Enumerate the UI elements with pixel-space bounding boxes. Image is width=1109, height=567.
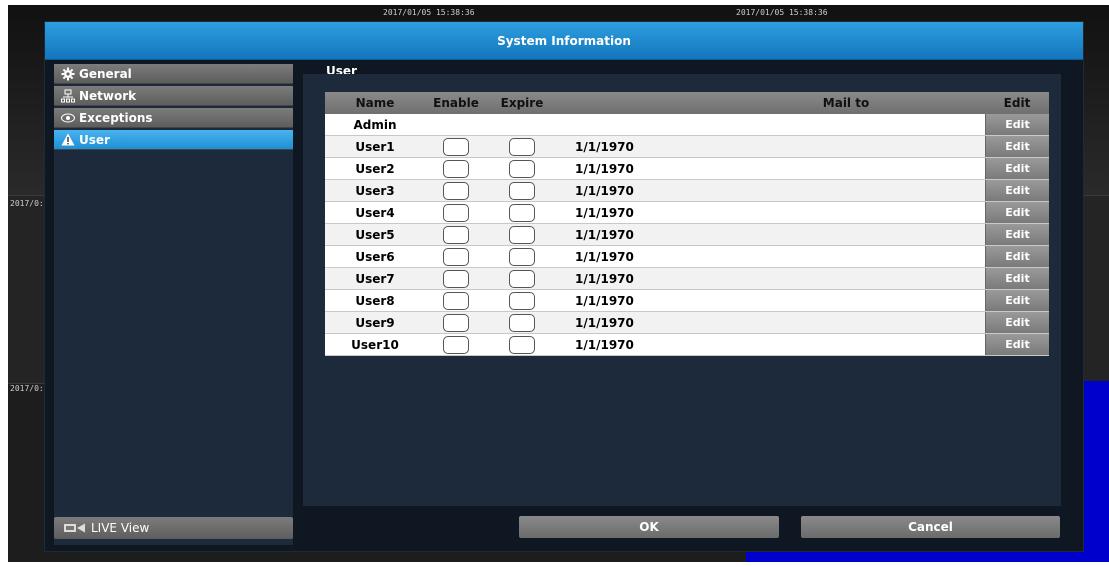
expire-checkbox[interactable] <box>509 225 535 244</box>
timestamp: 2017/0: <box>10 384 44 393</box>
user-name: User1 <box>355 139 395 154</box>
sidebar: General Network Exceptions User LIVE Vie… <box>54 64 293 545</box>
column-header-expire: Expire <box>500 96 544 110</box>
system-information-dialog: System Information General Network Excep… <box>44 21 1084 552</box>
sidebar-item-exceptions[interactable]: Exceptions <box>54 108 293 128</box>
expire-checkbox[interactable] <box>509 137 535 156</box>
timestamp: 2017/0: <box>10 199 44 208</box>
user-name: User6 <box>355 249 395 264</box>
edit-button[interactable]: Edit <box>985 334 1049 355</box>
edit-button[interactable]: Edit <box>985 158 1049 179</box>
column-header-mail: Mail to <box>822 96 870 110</box>
expire-checkbox[interactable] <box>509 291 535 310</box>
network-icon <box>60 89 76 103</box>
expire-checkbox[interactable] <box>509 313 535 332</box>
table-row: User2 1/1/1970 Edit <box>325 158 1049 180</box>
enable-checkbox[interactable] <box>443 313 469 332</box>
live-view-label: LIVE View <box>91 521 150 535</box>
user-name: User4 <box>355 205 395 220</box>
expire-date: 1/1/1970 <box>575 249 634 264</box>
timestamp: 2017/01/05 15:38:36 <box>383 8 475 17</box>
edit-button[interactable]: Edit <box>985 246 1049 267</box>
expire-date: 1/1/1970 <box>575 227 634 242</box>
edit-button[interactable]: Edit <box>985 312 1049 333</box>
enable-checkbox[interactable] <box>443 159 469 178</box>
expire-date: 1/1/1970 <box>575 315 634 330</box>
expire-date: 1/1/1970 <box>575 205 634 220</box>
expire-date: 1/1/1970 <box>575 337 634 352</box>
expire-date: 1/1/1970 <box>575 293 634 308</box>
enable-checkbox[interactable] <box>443 335 469 354</box>
expire-checkbox[interactable] <box>509 269 535 288</box>
user-name: User5 <box>355 227 395 242</box>
sidebar-item-label: Network <box>79 88 137 103</box>
table-header: Name Enable Expire Mail to Edit <box>325 92 1049 114</box>
column-header-name: Name <box>355 96 395 110</box>
table-row: User9 1/1/1970 Edit <box>325 312 1049 334</box>
sidebar-item-label: User <box>79 132 110 147</box>
user-name: User7 <box>355 271 395 286</box>
dialog-title: System Information <box>45 22 1083 60</box>
table-row: User10 1/1/1970 Edit <box>325 334 1049 356</box>
user-name: User2 <box>355 161 395 176</box>
edit-button[interactable]: Edit <box>985 290 1049 311</box>
edit-button[interactable]: Edit <box>985 224 1049 245</box>
edit-button[interactable]: Edit <box>985 180 1049 201</box>
user-name: User8 <box>355 293 395 308</box>
user-name: Admin <box>353 117 397 132</box>
sidebar-item-network[interactable]: Network <box>54 86 293 106</box>
enable-checkbox[interactable] <box>443 225 469 244</box>
camera-icon <box>64 523 86 533</box>
enable-checkbox[interactable] <box>443 137 469 156</box>
enable-checkbox[interactable] <box>443 291 469 310</box>
ok-button[interactable]: OK <box>519 516 779 538</box>
timestamp: 2017/01/05 15:38:36 <box>736 8 828 17</box>
table-row: User4 1/1/1970 Edit <box>325 202 1049 224</box>
expire-date: 1/1/1970 <box>575 271 634 286</box>
user-name: User3 <box>355 183 395 198</box>
table-row-admin: Admin Edit <box>325 114 1049 136</box>
expire-checkbox[interactable] <box>509 335 535 354</box>
table-row: User8 1/1/1970 Edit <box>325 290 1049 312</box>
table-row: User1 1/1/1970 Edit <box>325 136 1049 158</box>
expire-date: 1/1/1970 <box>575 183 634 198</box>
user-panel: Name Enable Expire Mail to Edit Admin Ed… <box>303 74 1061 506</box>
enable-checkbox[interactable] <box>443 181 469 200</box>
column-header-enable: Enable <box>433 96 479 110</box>
user-table: Name Enable Expire Mail to Edit Admin Ed… <box>325 92 1049 356</box>
expire-date: 1/1/1970 <box>575 161 634 176</box>
table-row: User3 1/1/1970 Edit <box>325 180 1049 202</box>
expire-checkbox[interactable] <box>509 203 535 222</box>
edit-button[interactable]: Edit <box>985 136 1049 157</box>
sidebar-item-label: Exceptions <box>79 110 153 125</box>
cancel-button[interactable]: Cancel <box>801 516 1060 538</box>
sidebar-item-user[interactable]: User <box>54 130 293 150</box>
sidebar-item-general[interactable]: General <box>54 64 293 84</box>
live-view-button[interactable]: LIVE View <box>54 517 293 539</box>
enable-checkbox[interactable] <box>443 247 469 266</box>
user-name: User10 <box>351 337 399 352</box>
enable-checkbox[interactable] <box>443 269 469 288</box>
expire-checkbox[interactable] <box>509 181 535 200</box>
sidebar-item-label: General <box>79 66 132 81</box>
edit-button[interactable]: Edit <box>985 114 1049 135</box>
expire-checkbox[interactable] <box>509 159 535 178</box>
edit-button[interactable]: Edit <box>985 202 1049 223</box>
table-row: User6 1/1/1970 Edit <box>325 246 1049 268</box>
table-row: User7 1/1/1970 Edit <box>325 268 1049 290</box>
enable-checkbox[interactable] <box>443 203 469 222</box>
user-name: User9 <box>355 315 395 330</box>
expire-date: 1/1/1970 <box>575 139 634 154</box>
gear-icon <box>60 67 76 81</box>
table-row: User5 1/1/1970 Edit <box>325 224 1049 246</box>
expire-checkbox[interactable] <box>509 247 535 266</box>
edit-button[interactable]: Edit <box>985 268 1049 289</box>
eye-icon <box>60 111 76 125</box>
column-header-edit: Edit <box>1003 96 1031 110</box>
warning-icon <box>60 133 76 147</box>
